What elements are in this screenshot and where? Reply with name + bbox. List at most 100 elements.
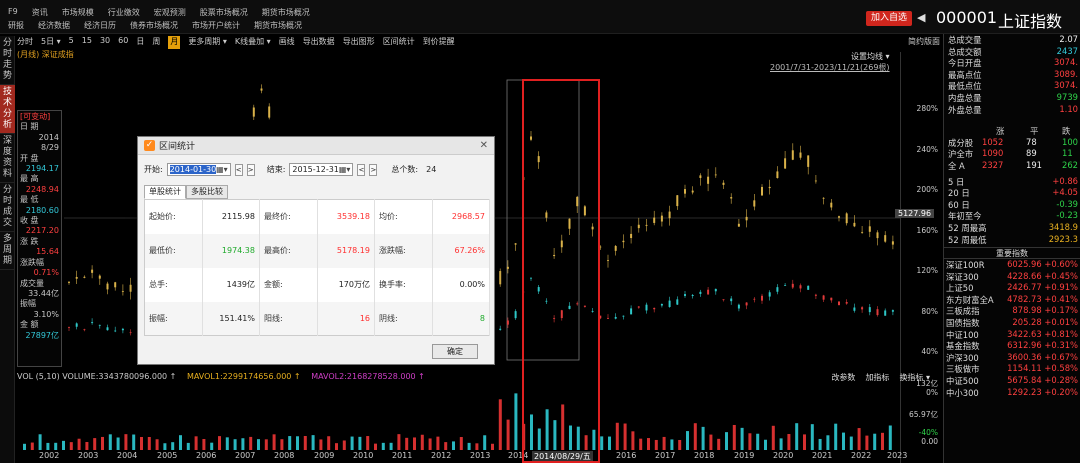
vol-tick-label: 65.97亿 [909,410,938,419]
info-field: 2180.60 [25,205,59,215]
index-row[interactable]: 沪深300 3600.36 +0.67% [944,352,1080,364]
calendar-icon[interactable]: ▦▾ [216,164,228,175]
index-row[interactable]: 三板成指 878.98 +0.17% [944,305,1080,317]
main-candle [699,291,702,294]
toolbar-item[interactable]: 日 [136,36,144,49]
index-row[interactable]: 上证50 2426.77 +0.91% [944,282,1080,294]
nav-link[interactable]: 经济日历 [84,20,116,31]
nav-link[interactable]: F9 [8,7,18,18]
volume-bar [537,428,541,450]
toolbar-item[interactable]: 60 [118,36,128,49]
toolbar-item[interactable]: 导出图形 [343,36,375,49]
nav-link[interactable]: 资讯 [32,7,48,18]
stat-value: 5178.19 [317,233,375,268]
x-tick-label: 2003 [78,451,99,460]
main-candle [691,295,694,297]
index-row[interactable]: 中小300 1292.23 +0.20% [944,387,1080,399]
overlay-candle [530,136,532,140]
selection-range-box [506,79,580,361]
x-tick-label: 2018 [694,451,715,460]
prev-stock-icon[interactable]: ◀ [917,11,925,24]
toolbar-item[interactable]: 区间统计 [383,36,415,49]
info-field: 收 盘 [20,216,39,226]
nav-link[interactable]: 经济数据 [38,20,70,31]
volume-chart[interactable] [17,382,900,450]
nav-link[interactable]: 股票市场概况 [200,7,248,18]
nav-link[interactable]: 债券市场概况 [130,20,178,31]
start-next-button[interactable]: > [246,163,255,176]
stat-label: 最低价: [144,233,203,268]
toolbar-item[interactable]: 导出数据 [303,36,335,49]
toolbar-item[interactable]: 分时 [17,36,33,49]
toolbar-item[interactable]: 到价提醒 [423,36,455,49]
breadth-up: 1090 [982,148,1004,159]
volume-action-button[interactable]: 换指标 ▾ [899,372,930,383]
stock-code: 000001 [936,8,998,27]
index-row[interactable]: 基金指数 6312.96 +0.31% [944,340,1080,352]
end-date-input[interactable]: 2015-12-31 ▦▾ [289,163,354,176]
calendar-icon[interactable]: ▦▾ [339,164,351,175]
main-candle [830,297,833,301]
add-favorite-button[interactable]: 加入自选 [866,11,912,26]
toolbar-item[interactable]: 月 [168,36,181,49]
overlay-candle [506,266,509,269]
tab-single-stock[interactable]: 单股统计 [144,185,186,199]
index-row[interactable]: 三板做市 1154.11 +0.58% [944,363,1080,375]
index-name: 东方财富全A [946,294,994,305]
nav-link[interactable]: 宏观预测 [154,7,186,18]
volume-bar [483,435,487,450]
nav-link[interactable]: 行业缴效 [108,7,140,18]
dialog-titlebar[interactable]: ✓ 区间统计 ✕ [138,137,494,155]
start-prev-button[interactable]: < [234,163,243,176]
left-tab[interactable]: 分时走势 [0,36,15,85]
main-candle [761,295,763,301]
main-candle [645,304,648,311]
stat-label: 阴线: [374,301,433,336]
toolbar-item[interactable]: 15 [82,36,92,49]
stat-value: 2968.57 [432,199,490,234]
left-tab[interactable]: 分时成交 [0,183,15,232]
quote-value: 3089. [1054,68,1078,79]
left-tab[interactable]: 深度资料 [0,134,15,183]
nav-link[interactable]: 期货市场概况 [262,7,310,18]
toolbar-item[interactable]: 5 [69,36,74,49]
toolbar-item[interactable]: 5日 ▾ [41,36,61,49]
nav-link[interactable]: 市场规模 [62,7,94,18]
main-candle [121,328,124,331]
main-candle [506,320,509,325]
toolbar-item[interactable]: 周 [152,36,160,49]
left-tab[interactable]: 技术分析 [0,85,15,134]
volume-bar [186,442,190,450]
index-row[interactable]: 中证100 3422.63 +0.81% [944,329,1080,341]
nav-link[interactable]: 期货市场概况 [254,20,302,31]
volume-bar [241,438,245,450]
left-tab[interactable]: 多周期 [0,232,15,270]
volume-bar [670,439,674,450]
index-row[interactable]: 东方财富全A 4782.73 +0.41% [944,294,1080,306]
volume-bar [522,423,526,450]
toolbar-item[interactable]: 画线 [279,36,295,49]
nav-link[interactable]: 市场开户统计 [192,20,240,31]
layout-toggle-button[interactable]: 简约版面 [908,36,940,49]
quote-row: 今日开盘 3074. [944,57,1080,69]
toolbar-item[interactable]: 30 [100,36,110,49]
index-row[interactable]: 深证100R 6025.96 +0.60% [944,259,1080,271]
info-field: 成交量 [20,278,44,288]
overlay-candle [668,211,671,219]
end-prev-button[interactable]: < [357,163,366,176]
volume-bar [569,425,572,450]
quote-row: 最高点位 3089. [944,69,1080,81]
index-row[interactable]: 中证500 5675.84 +0.28% [944,375,1080,387]
tab-multi-compare[interactable]: 多股比较 [186,185,228,199]
nav-link[interactable]: 研报 [8,20,24,31]
ok-button[interactable]: 确定 [432,344,478,359]
breadth-label: 成分股 [948,137,974,148]
index-row[interactable]: 深证300 4228.66 +0.45% [944,271,1080,283]
index-row[interactable]: 国债指数 205.28 +0.01% [944,317,1080,329]
end-next-button[interactable]: > [369,163,378,176]
volume-bar [553,420,557,450]
close-icon[interactable]: ✕ [480,140,488,151]
toolbar-item[interactable]: 更多周期 ▾ [188,36,227,49]
start-date-input[interactable]: 2014-01-30 ▦▾ [166,163,231,176]
toolbar-item[interactable]: K线叠加 ▾ [235,36,271,49]
